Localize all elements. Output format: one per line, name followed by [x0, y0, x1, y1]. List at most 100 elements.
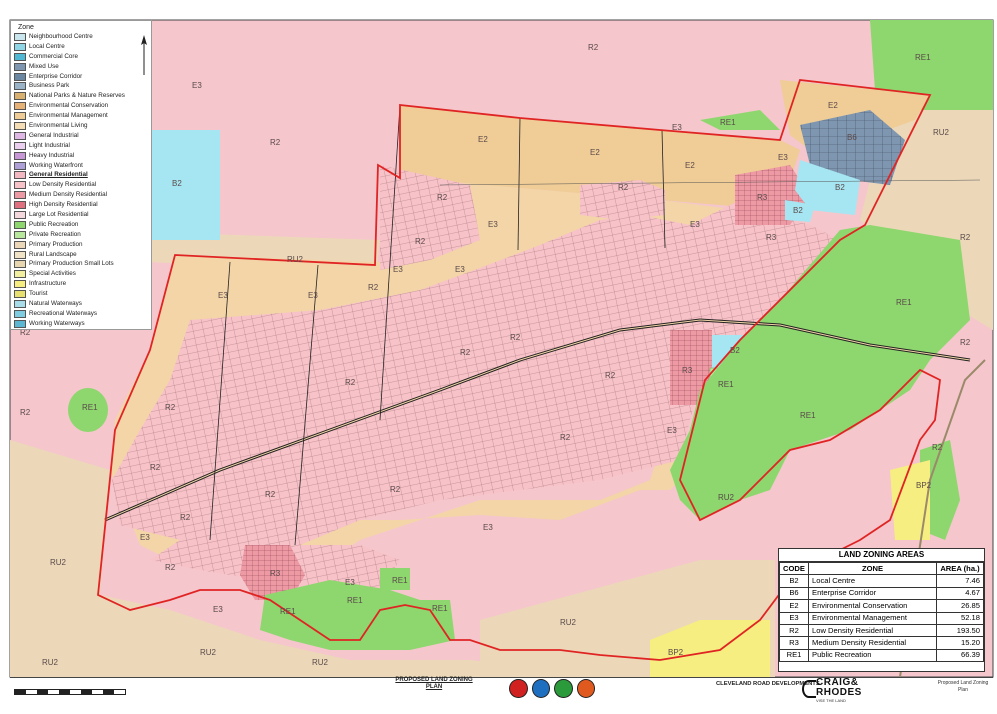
cell-area: 66.39 — [936, 648, 984, 663]
legend-rows: Neighbourhood Centre Local Centre Commerci… — [14, 32, 148, 329]
legend-label: Commercial Core — [29, 52, 78, 60]
legend-label: Light Industrial — [29, 141, 70, 149]
zoning-areas-table: CODE ZONE AREA (ha.) B2 Local Centre 7.46 B… — [779, 561, 984, 663]
label-r2-nw: R2 — [437, 193, 448, 202]
cell-code: R3 — [779, 636, 809, 650]
sheet-title: Proposed Land Zoning Plan — [937, 680, 989, 693]
table-row: B2 Local Centre 7.46 — [779, 574, 984, 588]
label-r2-e: R2 — [265, 490, 276, 499]
brand-tagline: VISE THE LAND — [816, 698, 846, 703]
label-e3-7: E3 — [393, 265, 403, 274]
legend-swatch — [14, 102, 26, 111]
label-re1-small: RE1 — [718, 380, 734, 389]
label-r2-d: R2 — [390, 485, 401, 494]
label-r3-s: R3 — [270, 569, 281, 578]
label-e2-1: E2 — [478, 135, 488, 144]
legend-label: Environmental Management — [29, 112, 108, 120]
legend-item: Working Waterfront — [14, 161, 148, 171]
legend-label: Working Waterfront — [29, 161, 83, 169]
legend-swatch — [14, 121, 26, 130]
label-e3-5: E3 — [690, 220, 700, 229]
legend-item: General Residential — [14, 170, 148, 180]
label-e3-8: E3 — [308, 291, 318, 300]
legend-label: Business Park — [29, 82, 70, 90]
legend-item: Tourist — [14, 289, 148, 299]
label-re1-s3: RE1 — [392, 576, 408, 585]
legend-swatch — [14, 270, 26, 279]
legend-swatch — [14, 171, 26, 180]
header-zone: ZONE — [808, 561, 937, 576]
legend-item: Primary Production — [14, 240, 148, 250]
legend-label: Local Centre — [29, 42, 65, 50]
cell-code: RE1 — [779, 648, 809, 663]
legend-title: Zone — [18, 24, 34, 31]
table-row: E3 Environmental Management 52.18 — [779, 611, 984, 625]
label-ru2-s1: RU2 — [200, 648, 217, 657]
cell-zone: Medium Density Residential — [808, 636, 937, 650]
legend-item: Natural Waterways — [14, 299, 148, 309]
label-r2-left: R2 — [270, 138, 281, 147]
legend-swatch — [14, 161, 26, 170]
legend-item: Special Activities — [14, 269, 148, 279]
legend-swatch — [14, 52, 26, 61]
legend-item: Low Density Residential — [14, 180, 148, 190]
brand-name-line2: RHODES — [816, 687, 862, 698]
legend-swatch — [14, 230, 26, 239]
legend-item: High Density Residential — [14, 200, 148, 210]
legend-swatch — [14, 141, 26, 150]
legend-swatch — [14, 280, 26, 289]
label-ru2-mid: RU2 — [287, 255, 304, 264]
label-e3-3: E3 — [778, 153, 788, 162]
legend-label: Special Activities — [29, 270, 76, 278]
legend-label: Private Recreation — [29, 230, 81, 238]
legend-item: Heavy Industrial — [14, 151, 148, 161]
cell-zone: Enterprise Corridor — [808, 586, 937, 601]
legend-item: Public Recreation — [14, 220, 148, 230]
cell-area: 4.67 — [936, 586, 984, 601]
label-r2-l: R2 — [932, 443, 943, 452]
cell-area: 26.85 — [936, 599, 984, 613]
logo-red-icon — [509, 679, 528, 698]
legend-item: Environmental Living — [14, 121, 148, 131]
logo-green-icon — [554, 679, 573, 698]
legend-item: National Parks & Nature Reserves — [14, 91, 148, 101]
legend-swatch — [14, 151, 26, 160]
legend-swatch — [14, 62, 26, 71]
legend-swatch — [14, 290, 26, 299]
legend-swatch — [14, 309, 26, 318]
table-title: LAND ZONING AREAS — [779, 549, 984, 562]
agency-logos — [509, 679, 595, 701]
label-b2-east3: B2 — [730, 346, 740, 355]
legend-swatch — [14, 112, 26, 121]
cell-zone: Low Density Residential — [808, 623, 937, 638]
legend-item: Environmental Conservation — [14, 101, 148, 111]
label-bp2-2: BP2 — [916, 481, 932, 490]
cell-zone: Public Recreation — [808, 648, 937, 663]
scale-bar — [14, 689, 126, 695]
cell-area: 7.46 — [936, 574, 984, 588]
cell-code: E2 — [779, 599, 809, 613]
legend-swatch — [14, 131, 26, 140]
header-area: AREA (ha.) — [936, 561, 984, 576]
label-r2-p: R2 — [415, 237, 426, 246]
legend-item: Neighbourhood Centre — [14, 32, 148, 42]
label-e2-2: E2 — [590, 148, 600, 157]
legend-label: Enterprise Corridor — [29, 72, 83, 80]
legend-item: General Industrial — [14, 131, 148, 141]
legend-swatch — [14, 250, 26, 259]
legend-label: Environmental Living — [29, 121, 88, 129]
legend-label: Natural Waterways — [29, 299, 82, 307]
label-r2-a: R2 — [345, 378, 356, 387]
header-code: CODE — [779, 561, 809, 576]
land-zoning-table: LAND ZONING AREAS CODE ZONE AREA (ha.) B… — [778, 548, 985, 672]
label-r2-top: R2 — [588, 43, 599, 52]
legend-swatch — [14, 201, 26, 210]
cell-area: 193.50 — [936, 623, 984, 638]
legend-item: Medium Density Residential — [14, 190, 148, 200]
legend-label: Neighbourhood Centre — [29, 32, 93, 40]
legend-label: General Industrial — [29, 131, 79, 139]
legend-item: Local Centre — [14, 42, 148, 52]
plan-title: PROPOSED LAND ZONING PLAN — [395, 677, 473, 690]
label-re1-e: RE1 — [896, 298, 912, 307]
north-arrow-icon — [141, 35, 147, 75]
